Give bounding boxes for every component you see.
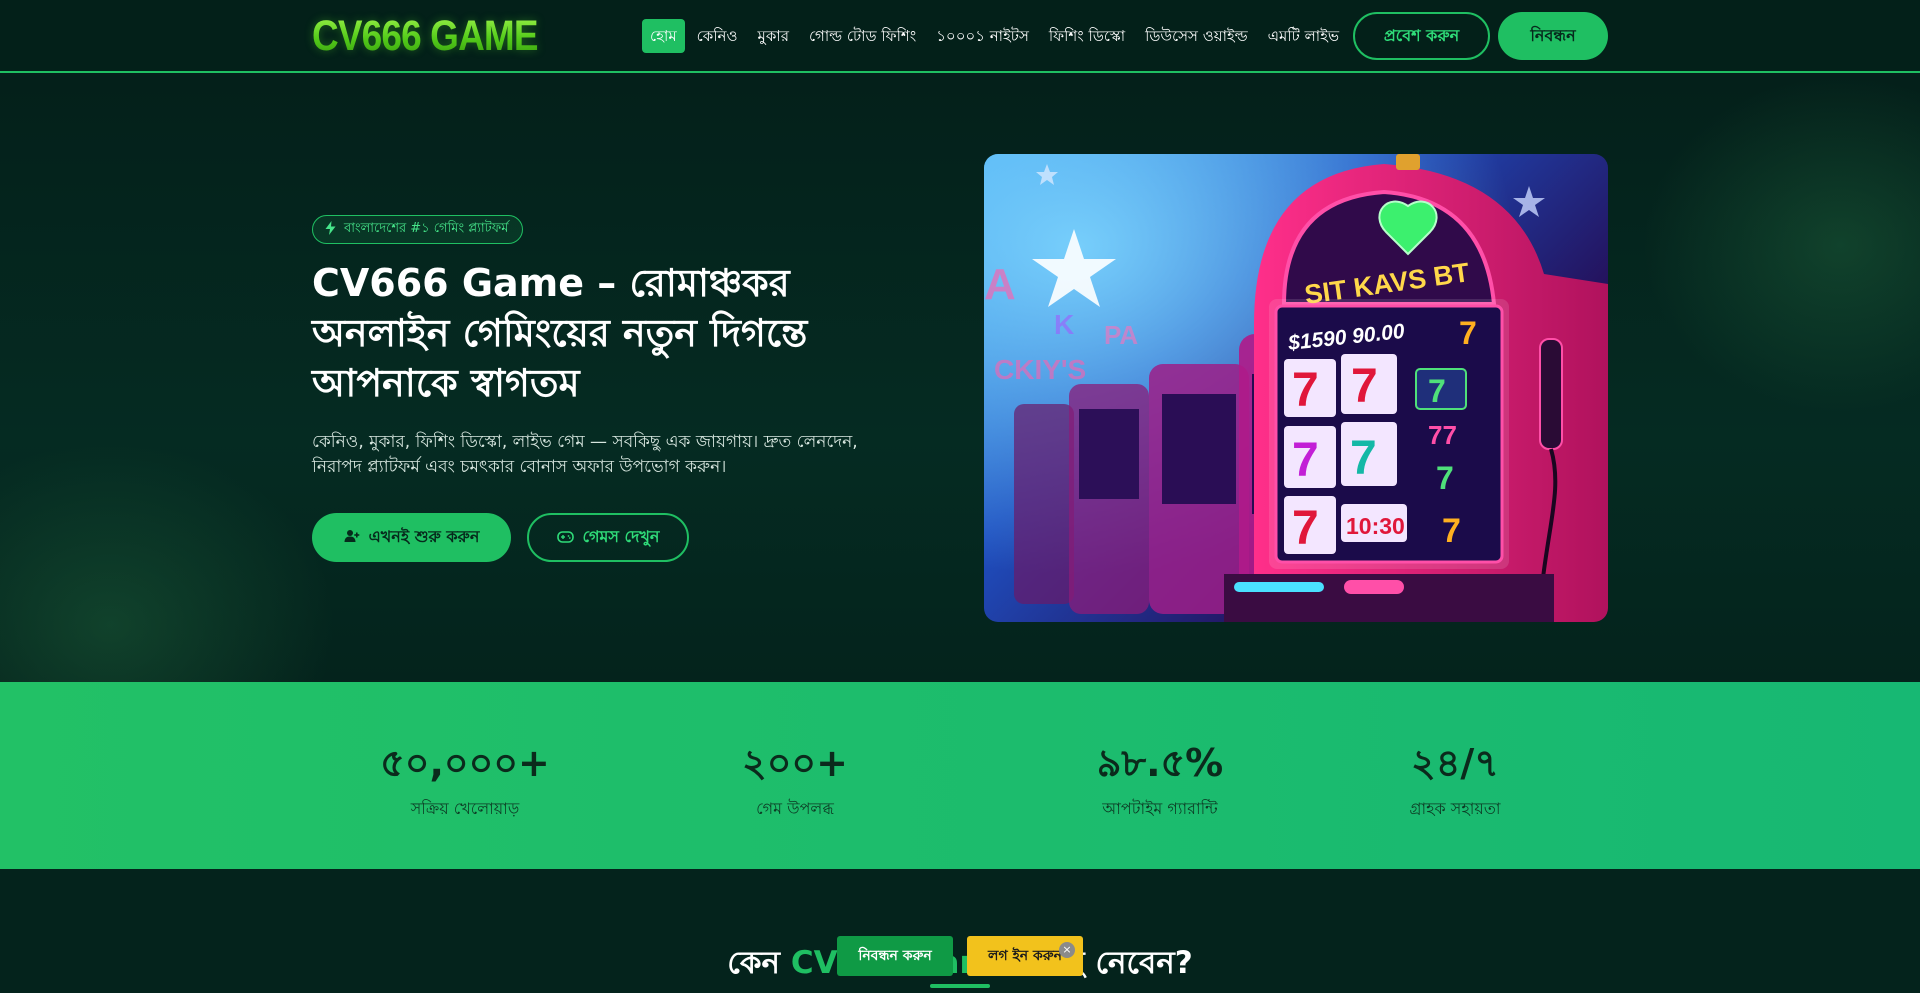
svg-text:7: 7 xyxy=(1350,432,1377,485)
logo[interactable]: CV666 GAME xyxy=(312,10,539,62)
stat-value: ২০০+ xyxy=(742,741,848,785)
slot-machine-image: A K PA CKIY'S 7 7 7 7 SIT KAVS BT $1590 … xyxy=(984,154,1608,622)
nav-home[interactable]: হোম xyxy=(642,19,685,53)
svg-text:A: A xyxy=(984,260,1016,309)
bolt-icon xyxy=(325,220,336,239)
user-plus-icon xyxy=(344,528,360,547)
svg-text:7: 7 xyxy=(1292,502,1319,555)
hero-section: বাংলাদেশের #১ গেমিং প্ল্যাটফর্ম CV666 Ga… xyxy=(0,75,1920,682)
title-underline xyxy=(930,984,990,988)
main-nav: হোম কেনিও মুকার গোল্ড টোড ফিশিং ১০০০১ না… xyxy=(642,19,1349,53)
machine-time: 10:30 xyxy=(1346,513,1405,539)
nav-gold-toad-fishing[interactable]: গোল্ড টোড ফিশিং xyxy=(799,19,926,53)
start-now-button[interactable]: এখনই শুরু করুন xyxy=(312,513,511,562)
why-section: কেন CV666 Game বেছে নেবেন? xyxy=(0,869,1920,993)
close-icon[interactable]: × xyxy=(1059,942,1075,958)
view-games-button[interactable]: গেমস দেখুন xyxy=(527,513,689,562)
svg-text:77: 77 xyxy=(1428,420,1457,450)
svg-text:K: K xyxy=(1054,309,1074,340)
stat-value: ২৪/৭ xyxy=(1411,741,1499,785)
svg-text:CKIY'S: CKIY'S xyxy=(994,354,1086,385)
svg-text:7: 7 xyxy=(1459,315,1477,351)
stat-value: ৯৮.৫% xyxy=(1096,741,1224,785)
nav-mukar[interactable]: মুকার xyxy=(748,19,799,53)
nav-keno[interactable]: কেনিও xyxy=(687,19,748,53)
stat-label: গেম উপলব্ধ xyxy=(756,799,834,818)
login-button[interactable]: প্রবেশ করুন xyxy=(1353,12,1490,60)
stat-value: ৫০,০০০+ xyxy=(380,741,550,785)
stats-band: ৫০,০০০+ সক্রিয় খেলোয়াড় ২০০+ গেম উপলব্… xyxy=(0,682,1920,869)
hero-title: CV666 Game – রোমাঞ্চকর অনলাইন গেমিংয়ের … xyxy=(312,261,808,405)
site-header: CV666 GAME হোম কেনিও মুকার গোল্ড টোড ফিশ… xyxy=(0,0,1920,73)
svg-text:7: 7 xyxy=(1292,434,1319,487)
badge-text: বাংলাদেশের #১ গেমিং প্ল্যাটফর্ম xyxy=(344,221,509,236)
floating-register-button[interactable]: নিবন্ধন করুন xyxy=(837,936,953,976)
stat-label: সক্রিয় খেলোয়াড় xyxy=(410,799,520,818)
svg-text:7: 7 xyxy=(1428,373,1446,409)
platform-badge: বাংলাদেশের #১ গেমিং প্ল্যাটফর্ম xyxy=(312,215,524,244)
stat-label: গ্রাহক সহায়তা xyxy=(1409,799,1501,818)
nav-10001-nights[interactable]: ১০০০১ নাইটস xyxy=(926,19,1039,53)
why-title-prefix: কেন xyxy=(727,945,791,981)
view-games-label: গেমস দেখুন xyxy=(582,527,660,546)
nav-fishing-disco[interactable]: ফিশিং ডিস্কো xyxy=(1039,19,1135,53)
nav-mt-live[interactable]: এমটি লাইভ xyxy=(1258,19,1349,53)
stat-uptime: ৯৮.৫% আপটাইম গ্যারান্টি xyxy=(1030,740,1290,823)
svg-text:7: 7 xyxy=(1436,460,1454,496)
stat-players: ৫০,০০০+ সক্রিয় খেলোয়াড় xyxy=(335,740,595,823)
stat-games: ২০০+ গেম উপলব্ধ xyxy=(665,740,925,823)
svg-text:7: 7 xyxy=(1442,512,1461,550)
stat-label: আপটাইম গ্যারান্টি xyxy=(1102,799,1218,818)
gamepad-icon xyxy=(556,528,574,547)
svg-text:7: 7 xyxy=(1292,364,1319,417)
hero-subtitle: কেনিও, মুকার, ফিশিং ডিস্কো, লাইভ গেম — স… xyxy=(312,432,858,477)
stat-support: ২৪/৭ গ্রাহক সহায়তা xyxy=(1325,740,1585,823)
nav-deuces-wild[interactable]: ডিউসেস ওয়াইল্ড xyxy=(1135,19,1258,53)
register-button[interactable]: নিবন্ধন xyxy=(1498,12,1608,60)
start-now-label: এখনই শুরু করুন xyxy=(368,527,480,546)
svg-text:7: 7 xyxy=(1351,360,1378,413)
svg-text:PA: PA xyxy=(1104,320,1138,350)
